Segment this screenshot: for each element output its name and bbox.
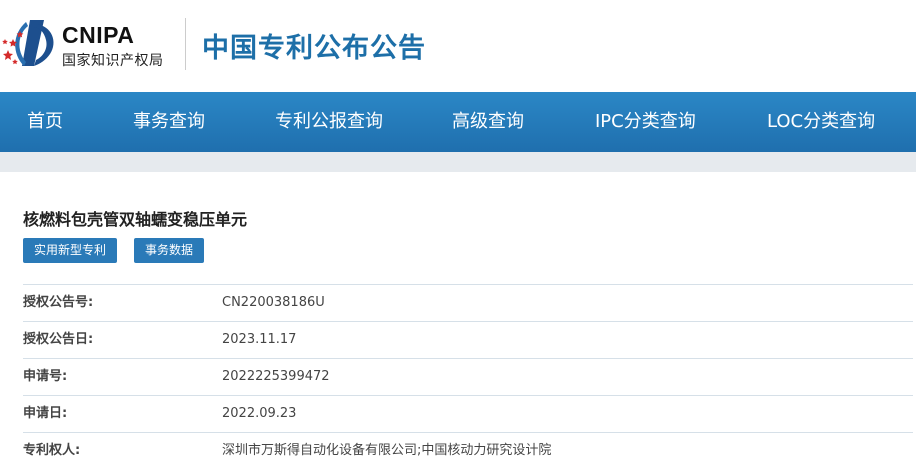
nav-item-gazette-query[interactable]: 专利公报查询: [275, 92, 383, 152]
logo-text-cn: 国家知识产权局: [62, 53, 164, 69]
info-label: 申请号:: [23, 369, 68, 384]
site-header: CNIPA 国家知识产权局 中国专利公布公告: [0, 0, 916, 92]
info-value: CN220038186U: [222, 295, 325, 310]
patent-detail-card: 核燃料包壳管双轴蠕变稳压单元 实用新型专利 事务数据 授权公告号: CN2200…: [0, 172, 916, 468]
info-row-application-number: 申请号: 2022225399472: [23, 359, 913, 396]
nav-item-advanced-query[interactable]: 高级查询: [452, 92, 524, 152]
header-divider: [185, 18, 186, 70]
patent-type-tag[interactable]: 实用新型专利: [23, 238, 118, 263]
cnipa-logo[interactable]: CNIPA 国家知识产权局: [0, 14, 180, 76]
info-label: 授权公告日:: [23, 332, 94, 347]
info-row-grant-date: 授权公告日: 2023.11.17: [23, 322, 913, 359]
nav-item-ipc-query[interactable]: IPC分类查询: [595, 92, 696, 152]
nav-item-loc-query[interactable]: LOC分类查询: [767, 92, 875, 152]
info-label: 授权公告号:: [23, 295, 94, 310]
nav-item-transaction-query[interactable]: 事务查询: [133, 92, 205, 152]
info-value: 2023.11.17: [222, 332, 297, 347]
site-title: 中国专利公布公告: [202, 33, 426, 64]
main-nav: 首页 事务查询 专利公报查询 高级查询 IPC分类查询 LOC分类查询: [0, 92, 916, 152]
cnipa-emblem-icon: [2, 20, 54, 66]
patent-title: 核燃料包壳管双轴蠕变稳压单元: [23, 210, 248, 229]
info-row-grant-number: 授权公告号: CN220038186U: [23, 285, 913, 322]
transaction-data-button[interactable]: 事务数据: [134, 238, 205, 263]
info-value: 2022225399472: [222, 369, 330, 384]
info-row-application-date: 申请日: 2022.09.23: [23, 396, 913, 433]
logo-text-en: CNIPA: [62, 22, 135, 48]
nav-spacer: [0, 152, 916, 172]
nav-item-home[interactable]: 首页: [27, 92, 63, 152]
info-row-patentee: 专利权人: 深圳市万斯得自动化设备有限公司;中国核动力研究设计院: [23, 433, 913, 468]
patent-info-table: 授权公告号: CN220038186U 授权公告日: 2023.11.17 申请…: [23, 284, 913, 468]
info-value: 深圳市万斯得自动化设备有限公司;中国核动力研究设计院: [222, 443, 552, 458]
info-label: 申请日:: [23, 406, 68, 421]
info-label: 专利权人:: [23, 443, 81, 458]
info-value: 2022.09.23: [222, 406, 297, 421]
